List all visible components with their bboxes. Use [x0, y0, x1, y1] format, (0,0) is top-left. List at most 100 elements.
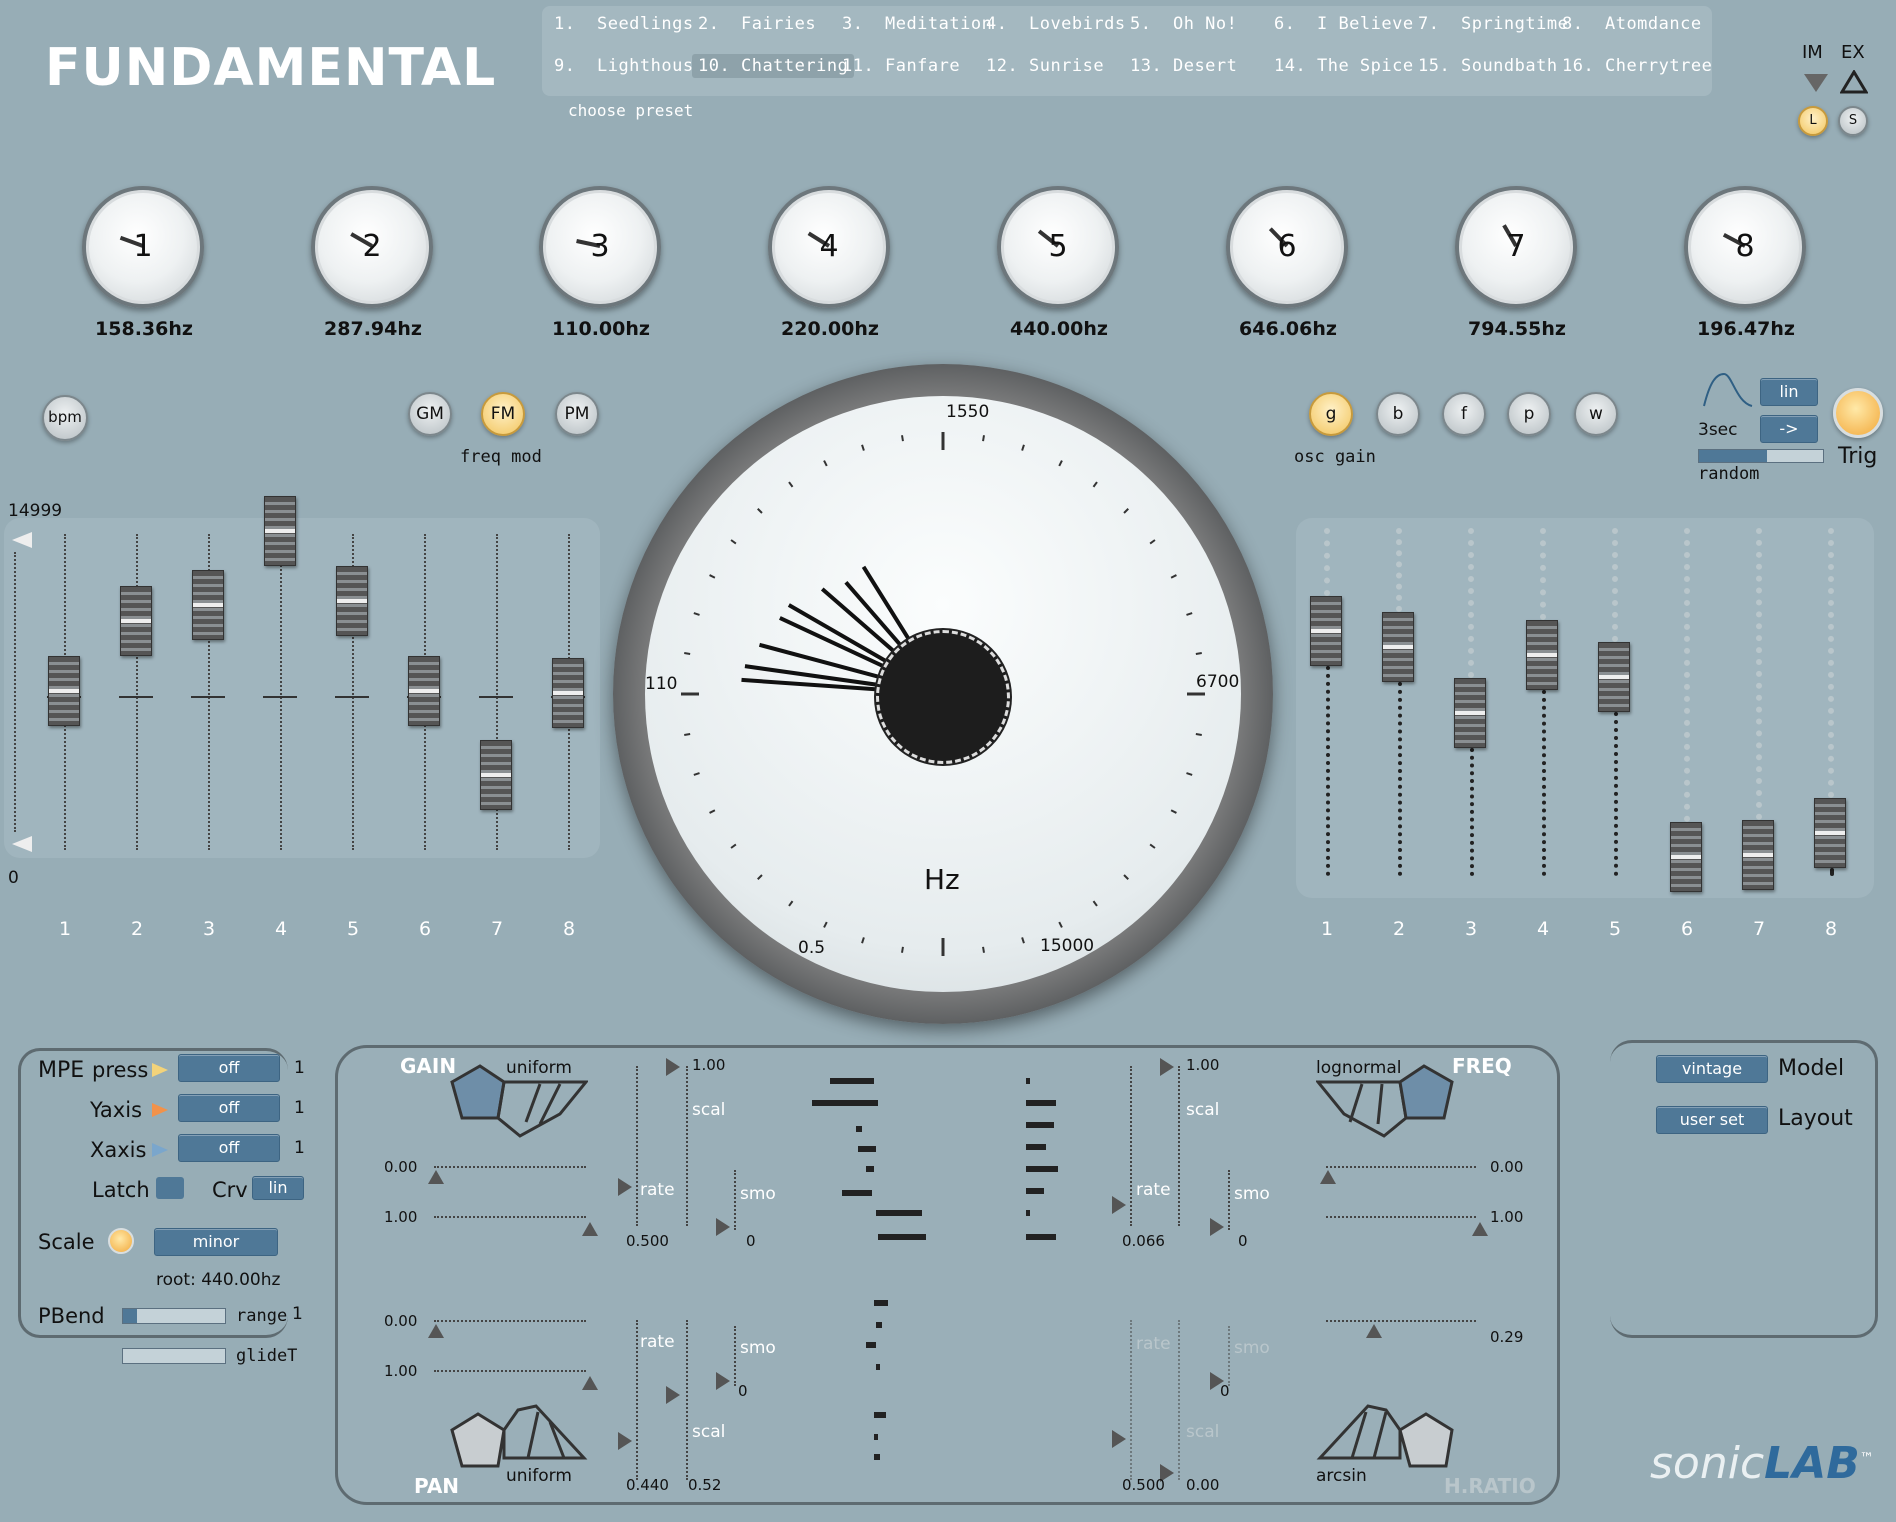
freq-slider-4[interactable]	[264, 496, 296, 566]
freq-slider-8[interactable]	[552, 658, 584, 728]
gain-distribution-icon[interactable]	[448, 1062, 590, 1144]
freq-slider-3[interactable]	[192, 570, 224, 640]
preset-16[interactable]: 16. Cherrytree	[1556, 54, 1718, 78]
freq-max-handle[interactable]	[1472, 1222, 1488, 1236]
preset-9[interactable]: 9. Lighthouse	[548, 54, 710, 78]
trig-button[interactable]	[1833, 388, 1883, 438]
envelope-curve-select[interactable]: lin	[1760, 378, 1818, 406]
freq-slider-2[interactable]	[120, 586, 152, 656]
freq-scal-handle[interactable]	[1160, 1058, 1174, 1076]
osc-gain-w-button[interactable]: w	[1574, 392, 1618, 436]
preset-8[interactable]: 8. Atomdance	[1556, 12, 1708, 36]
pan-smo-handle[interactable]	[716, 1372, 730, 1390]
preset-7[interactable]: 7. Springtime	[1412, 12, 1574, 36]
gain-rate-handle[interactable]	[618, 1178, 632, 1196]
freq-min-handle[interactable]	[1320, 1170, 1336, 1184]
scale-select[interactable]: minor	[154, 1228, 278, 1256]
gm-button[interactable]: GM	[408, 392, 452, 436]
export-icon[interactable]	[1839, 69, 1869, 94]
gain-smo-handle[interactable]	[716, 1218, 730, 1236]
osc-gain-b-button[interactable]: b	[1376, 392, 1420, 436]
osc-knob-8[interactable]: 8	[1684, 186, 1806, 308]
gain-slider-8[interactable]	[1814, 798, 1846, 868]
press-select[interactable]: off	[178, 1054, 280, 1082]
pm-button[interactable]: PM	[555, 392, 599, 436]
visualizer-bar	[866, 1166, 874, 1172]
gain-rate-label: rate	[640, 1180, 675, 1200]
freq-slider-6[interactable]	[408, 656, 440, 726]
hratio-scal-track	[1130, 1320, 1132, 1480]
layout-select[interactable]: user set	[1656, 1106, 1768, 1134]
gain-scal-handle[interactable]	[666, 1058, 680, 1076]
osc-gain-p-button[interactable]: p	[1507, 392, 1551, 436]
osc-knob-2[interactable]: 2	[311, 186, 433, 308]
freq-slider-max: 14999	[8, 501, 63, 521]
pan-scal-handle[interactable]	[618, 1432, 632, 1450]
layout-label: Layout	[1778, 1106, 1853, 1131]
gain-slider-1[interactable]	[1310, 596, 1342, 666]
gain-slider-4[interactable]	[1526, 620, 1558, 690]
gain-max-handle[interactable]	[582, 1222, 598, 1236]
freq-rate-handle[interactable]	[1112, 1196, 1126, 1214]
osc-gain-g-button[interactable]: g	[1309, 392, 1353, 436]
preset-2[interactable]: 2. Fairies	[692, 12, 822, 36]
freq-section-label: FREQ	[1452, 1054, 1512, 1078]
freq-distribution-icon[interactable]	[1314, 1062, 1456, 1144]
gain-slider-6[interactable]	[1670, 822, 1702, 892]
freq-slider-7[interactable]	[480, 740, 512, 810]
import-icon[interactable]	[1804, 74, 1828, 92]
range-max-handle[interactable]	[12, 532, 32, 548]
preset-5[interactable]: 5. Oh No!	[1124, 12, 1243, 36]
range-min-handle[interactable]	[12, 836, 32, 852]
preset-list: 1. Seedlings 2. Fairies 3. Meditation 4.…	[542, 6, 1712, 96]
fm-button[interactable]: FM	[481, 392, 525, 436]
preset-14[interactable]: 14. The Spice	[1268, 54, 1420, 78]
trigger-direction-button[interactable]: ->	[1760, 415, 1818, 443]
freq-smo-label: smo	[1234, 1184, 1270, 1204]
crv-select[interactable]: lin	[252, 1176, 304, 1200]
osc-knob-4[interactable]: 4	[768, 186, 890, 308]
gain-slider-headroom	[1468, 528, 1474, 678]
osc-knob-1[interactable]: 1	[82, 186, 204, 308]
hratio-handle[interactable]	[1366, 1324, 1382, 1338]
press-indicator-icon	[152, 1063, 168, 1077]
hratio-rate-handle[interactable]	[1112, 1430, 1126, 1448]
osc-knob-7[interactable]: 7	[1455, 186, 1577, 308]
preset-11[interactable]: 11. Fanfare	[836, 54, 966, 78]
preset-6[interactable]: 6. I Believe	[1268, 12, 1420, 36]
preset-13[interactable]: 13. Desert	[1124, 54, 1243, 78]
freq-smo-handle[interactable]	[1210, 1218, 1224, 1236]
gain-slider-2[interactable]	[1382, 612, 1414, 682]
scale-toggle[interactable]	[108, 1228, 134, 1254]
xaxis-select[interactable]: off	[178, 1134, 280, 1162]
gain-min-handle[interactable]	[428, 1170, 444, 1184]
gain-slider-5[interactable]	[1598, 642, 1630, 712]
pan-min-handle[interactable]	[428, 1324, 444, 1338]
pan-max-handle[interactable]	[582, 1376, 598, 1390]
freq-slider-number: 5	[346, 918, 360, 940]
osc-knob-5[interactable]: 5	[997, 186, 1119, 308]
osc-knob-3[interactable]: 3	[539, 186, 661, 308]
model-select[interactable]: vintage	[1656, 1055, 1768, 1083]
freq-slider-1[interactable]	[48, 656, 80, 726]
save-button[interactable]: S	[1838, 106, 1868, 136]
gain-slider-7[interactable]	[1742, 820, 1774, 890]
random-slider[interactable]	[1698, 449, 1824, 463]
preset-10[interactable]: 10. Chattering	[692, 54, 855, 78]
preset-1[interactable]: 1. Seedlings	[548, 12, 700, 36]
latch-toggle[interactable]	[156, 1177, 184, 1199]
gain-slider-3[interactable]	[1454, 678, 1486, 748]
preset-4[interactable]: 4. Lovebirds	[980, 12, 1132, 36]
preset-3[interactable]: 3. Meditation	[836, 12, 998, 36]
preset-12[interactable]: 12. Sunrise	[980, 54, 1110, 78]
glide-slider[interactable]	[122, 1348, 226, 1364]
osc-knob-6[interactable]: 6	[1226, 186, 1348, 308]
freq-slider-5[interactable]	[336, 566, 368, 636]
preset-15[interactable]: 15. Soundbath	[1412, 54, 1564, 78]
pbend-range-slider[interactable]	[122, 1308, 226, 1324]
pan-rate-handle[interactable]	[666, 1386, 680, 1404]
yaxis-select[interactable]: off	[178, 1094, 280, 1122]
bpm-button[interactable]: bpm	[42, 395, 88, 441]
load-button[interactable]: L	[1798, 106, 1828, 136]
osc-gain-f-button[interactable]: f	[1442, 392, 1486, 436]
